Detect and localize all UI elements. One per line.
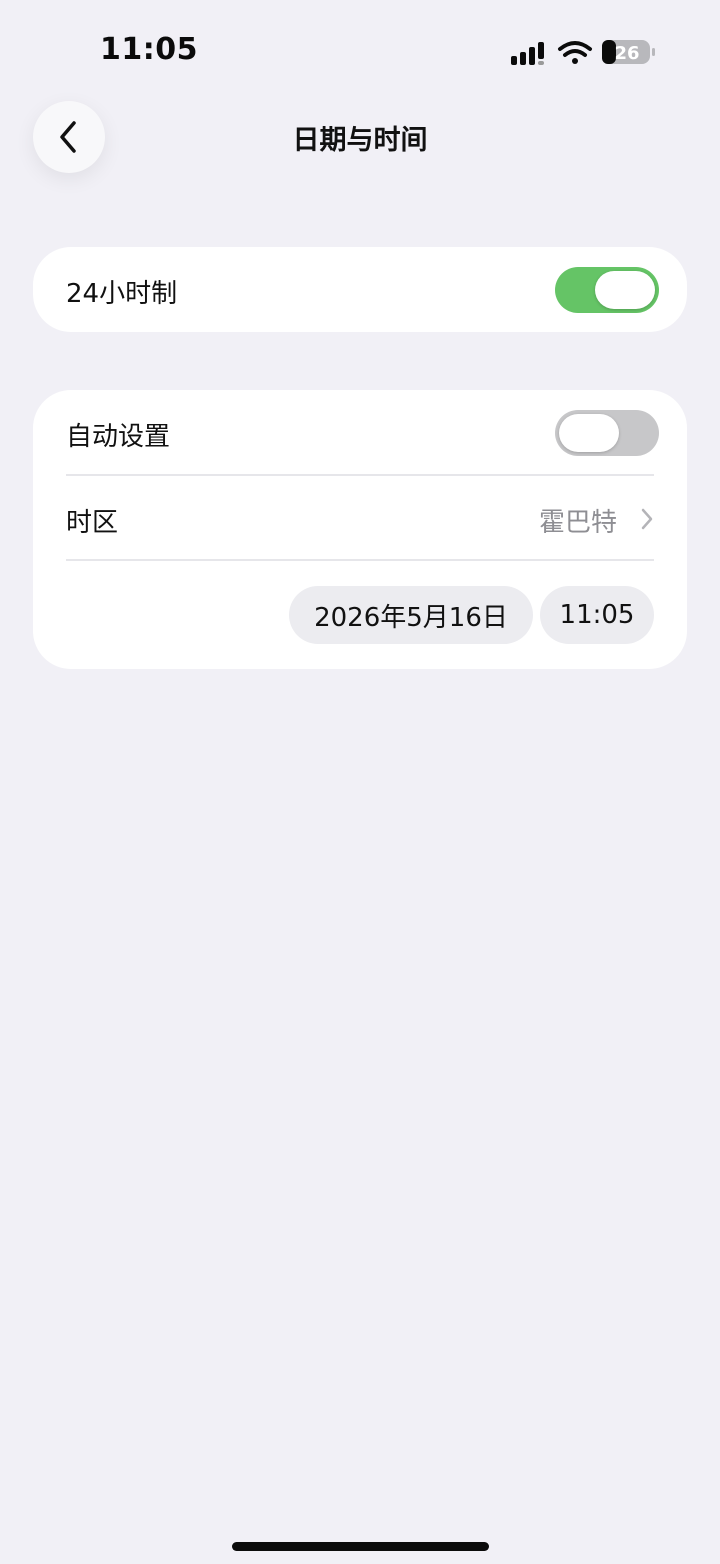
toggle-knob	[559, 414, 619, 452]
24-hour-label: 24小时制	[66, 279, 178, 309]
page-title: 日期与时间	[292, 125, 428, 156]
battery-icon: 26	[602, 40, 655, 64]
date-picker-button[interactable]: 2026年5月16日	[289, 586, 533, 644]
timezone-value: 霍巴特	[538, 508, 617, 538]
wifi-icon	[558, 41, 592, 64]
battery-level: 26	[614, 43, 639, 64]
timezone-label: 时区	[66, 508, 119, 538]
24-hour-toggle[interactable]	[555, 267, 659, 313]
cellular-signal-icon	[511, 42, 544, 65]
time-picker-button[interactable]: 11:05	[540, 586, 654, 644]
datetime-card: 自动设置 时区 霍巴特 2026年5月16日 11:05	[33, 390, 687, 669]
toggle-knob	[595, 271, 655, 309]
timezone-row[interactable]: 时区 霍巴特	[33, 476, 687, 560]
status-time: 11:05	[100, 32, 198, 67]
time-format-card: 24小时制	[33, 247, 687, 332]
divider	[66, 559, 654, 561]
auto-set-toggle[interactable]	[555, 410, 659, 456]
auto-set-label: 自动设置	[66, 422, 171, 452]
status-bar: 11:05 26	[0, 0, 720, 100]
chevron-right-icon	[641, 508, 653, 530]
status-icons: 26	[510, 36, 660, 70]
home-indicator	[232, 1542, 489, 1551]
